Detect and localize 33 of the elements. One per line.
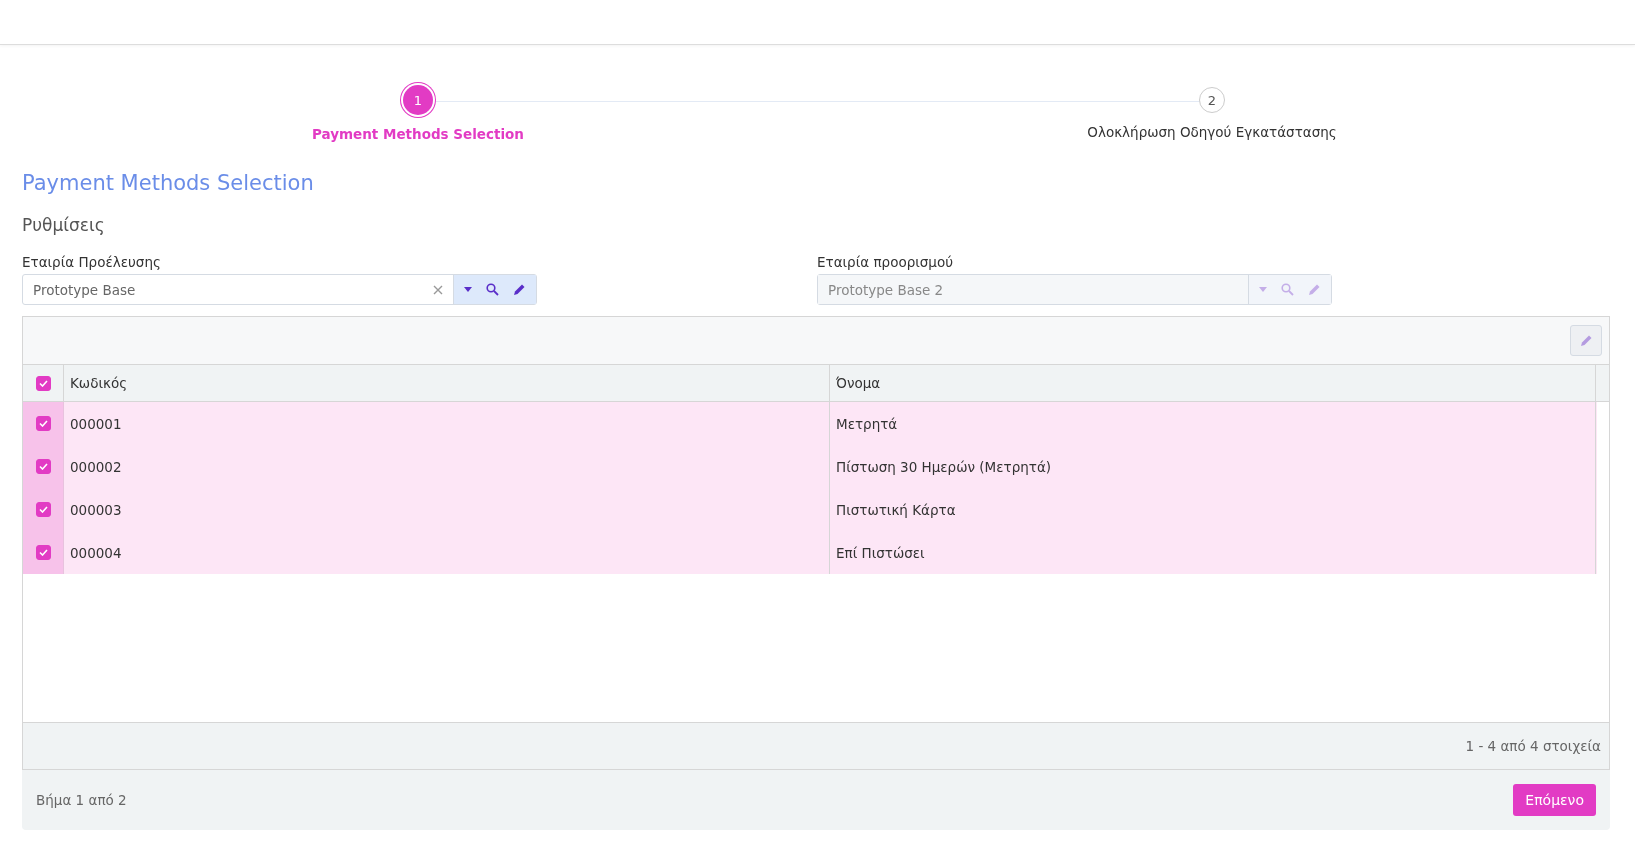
row-checkbox[interactable] [35, 502, 51, 517]
table-cell: Πιστωτική Κάρτα [836, 501, 956, 518]
step-counter: Βήμα 1 από 2 [36, 792, 127, 808]
check-icon [38, 463, 48, 470]
field-label: Εταιρία προορισμού [817, 254, 955, 270]
table-cell: Μετρητά [836, 415, 898, 432]
table-cell: 000002 [70, 458, 122, 475]
section-heading: Ρυθμίσεις [22, 217, 106, 234]
check-icon [38, 506, 48, 513]
step-label[interactable]: Payment Methods Selection [312, 126, 524, 142]
edit-button[interactable] [1570, 325, 1602, 356]
column-header[interactable]: Κωδικός [70, 375, 128, 391]
pager-info: 1 - 4 από 4 στοιχεία [1465, 738, 1601, 754]
row-checkbox[interactable] [35, 459, 51, 474]
step-number[interactable]: 1 [403, 85, 433, 115]
column-header[interactable]: Όνομα [836, 375, 881, 391]
step-label[interactable]: Ολοκλήρωση Οδηγού Εγκατάστασης [1087, 124, 1337, 140]
row-checkbox[interactable] [35, 545, 51, 560]
table-cell: 000001 [70, 415, 122, 432]
check-icon [38, 420, 48, 427]
table-cell: 000004 [70, 544, 122, 561]
check-icon [38, 379, 48, 387]
pencil-icon [1579, 334, 1593, 347]
select-all-checkbox[interactable] [35, 375, 51, 391]
check-icon [38, 549, 48, 556]
table-cell: Επί Πιστώσει [836, 544, 925, 561]
table-cell: Πίστωση 30 Ημερών (Μετρητά) [836, 458, 1052, 475]
page-title: Payment Methods Selection [22, 173, 315, 194]
table-cell: 000003 [70, 501, 122, 518]
row-checkbox[interactable] [35, 416, 51, 431]
step-number[interactable]: 2 [1199, 87, 1225, 113]
field-label: Εταιρία Προέλευσης [22, 254, 162, 270]
next-button[interactable]: Επόμενο [1513, 784, 1596, 816]
